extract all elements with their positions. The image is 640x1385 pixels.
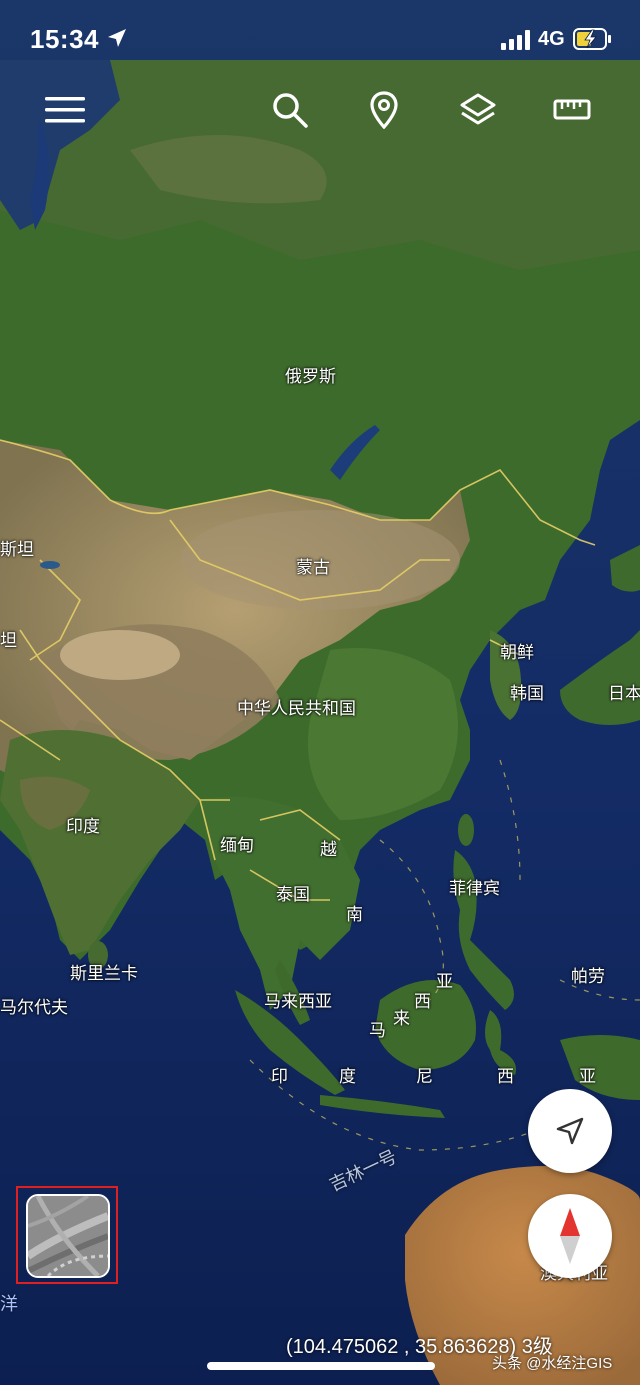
layers-icon [460, 93, 496, 125]
label-palau: 帕劳 [571, 967, 605, 987]
label-vietnam-2: 南 [346, 905, 363, 925]
label-china: 中华人民共和国 [237, 699, 356, 719]
ruler-icon [553, 99, 591, 120]
label-vietnam-1: 越 [320, 840, 337, 860]
label-japan: 日本 [608, 684, 640, 704]
signal-bars-icon [501, 30, 530, 50]
label-indonesia-5: 亚 [579, 1067, 596, 1087]
status-bar: 15:34 4G [0, 0, 640, 80]
satellite-map[interactable] [0, 0, 640, 1385]
label-philippines: 菲律宾 [449, 879, 500, 899]
navigation-arrow-icon [556, 1117, 584, 1145]
home-indicator[interactable] [207, 1362, 435, 1370]
search-icon [273, 93, 308, 128]
measure-button[interactable] [548, 86, 596, 134]
menu-icon [45, 97, 85, 123]
search-button[interactable] [266, 86, 314, 134]
label-thailand: 泰国 [276, 885, 310, 905]
label-north-korea: 朝鲜 [500, 643, 534, 663]
location-arrow-icon [108, 29, 126, 47]
label-malaysia-peninsula: 马来西亚 [264, 992, 332, 1012]
label-kazakhstan-fragment: 斯坦 [0, 540, 34, 560]
label-malaysia-borneo-4: 马 [369, 1021, 386, 1041]
compass-needle-icon [560, 1208, 580, 1264]
watermark: 头条 @水经注GIS [492, 1355, 613, 1372]
label-tajik-fragment: 坦 [0, 631, 17, 651]
battery-charging-icon [573, 28, 611, 50]
label-malaysia-borneo-3: 来 [393, 1009, 410, 1029]
label-myanmar: 缅甸 [220, 836, 254, 856]
label-south-korea: 韩国 [510, 684, 544, 704]
label-indonesia-2: 度 [339, 1067, 356, 1087]
label-sri-lanka: 斯里兰卡 [70, 964, 138, 984]
label-maldives: 马尔代夫 [0, 998, 68, 1018]
locate-me-button[interactable] [528, 1089, 612, 1173]
label-india: 印度 [66, 817, 100, 837]
label-edge-ocean: 洋 [0, 1294, 18, 1315]
label-indonesia-3: 尼 [416, 1067, 433, 1087]
satellite-layer-thumbnail [28, 1196, 108, 1276]
compass-button[interactable] [528, 1194, 612, 1278]
map-pin-icon [370, 91, 398, 129]
marker-button[interactable] [360, 86, 408, 134]
layers-button[interactable] [454, 86, 502, 134]
label-indonesia-4: 西 [497, 1067, 514, 1087]
label-indonesia-1: 印 [271, 1067, 288, 1087]
label-mongolia: 蒙古 [296, 558, 330, 578]
menu-button[interactable] [41, 86, 89, 134]
network-type: 4G [538, 28, 565, 50]
label-russia: 俄罗斯 [285, 367, 336, 387]
status-time: 15:34 [30, 24, 99, 54]
label-malaysia-borneo-2: 西 [414, 992, 431, 1012]
layer-switch-button[interactable] [26, 1194, 110, 1278]
label-malaysia-borneo-1: 亚 [436, 972, 453, 992]
